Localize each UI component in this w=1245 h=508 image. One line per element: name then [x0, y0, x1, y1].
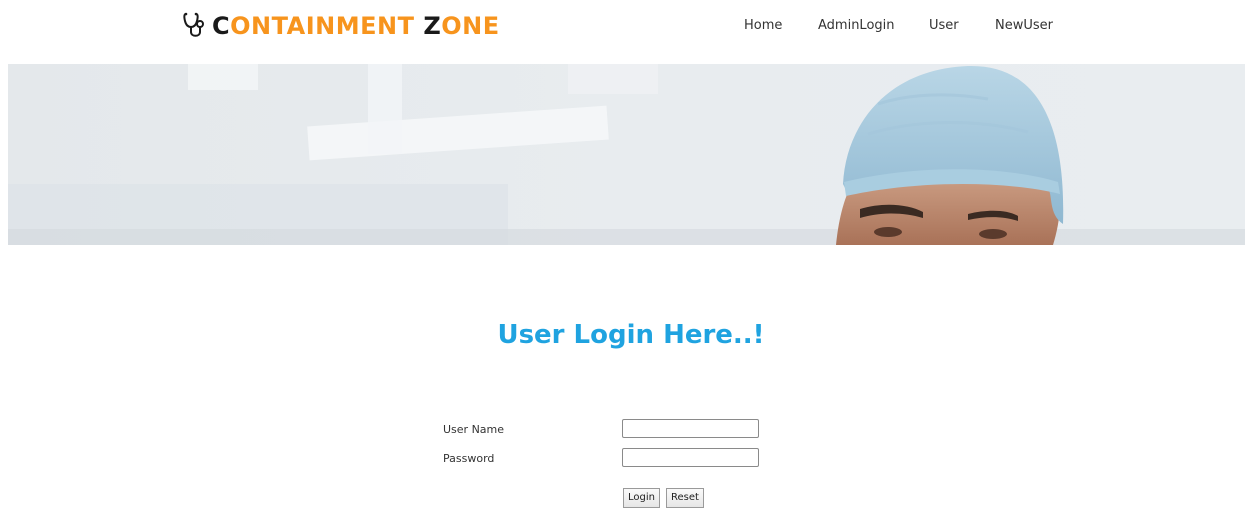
main-nav: Home AdminLogin User NewUser — [0, 16, 1245, 40]
page: CONTAINMENT ZONE Home AdminLogin User Ne… — [0, 0, 1245, 508]
password-label: Password — [443, 452, 495, 465]
hero-banner — [8, 64, 1245, 245]
nav-home-link[interactable]: Home — [744, 16, 782, 36]
nav-adminlogin-link[interactable]: AdminLogin — [818, 16, 895, 36]
password-input[interactable] — [622, 448, 759, 467]
surgeon-banner-image — [8, 64, 1245, 245]
login-title: User Login Here..! — [497, 320, 765, 350]
nav-user-link[interactable]: User — [929, 16, 959, 36]
nav-newuser-link[interactable]: NewUser — [995, 16, 1053, 36]
reset-button[interactable]: Reset — [666, 488, 704, 508]
login-button[interactable]: Login — [623, 488, 660, 508]
username-label: User Name — [443, 423, 505, 436]
username-input[interactable] — [622, 419, 759, 438]
